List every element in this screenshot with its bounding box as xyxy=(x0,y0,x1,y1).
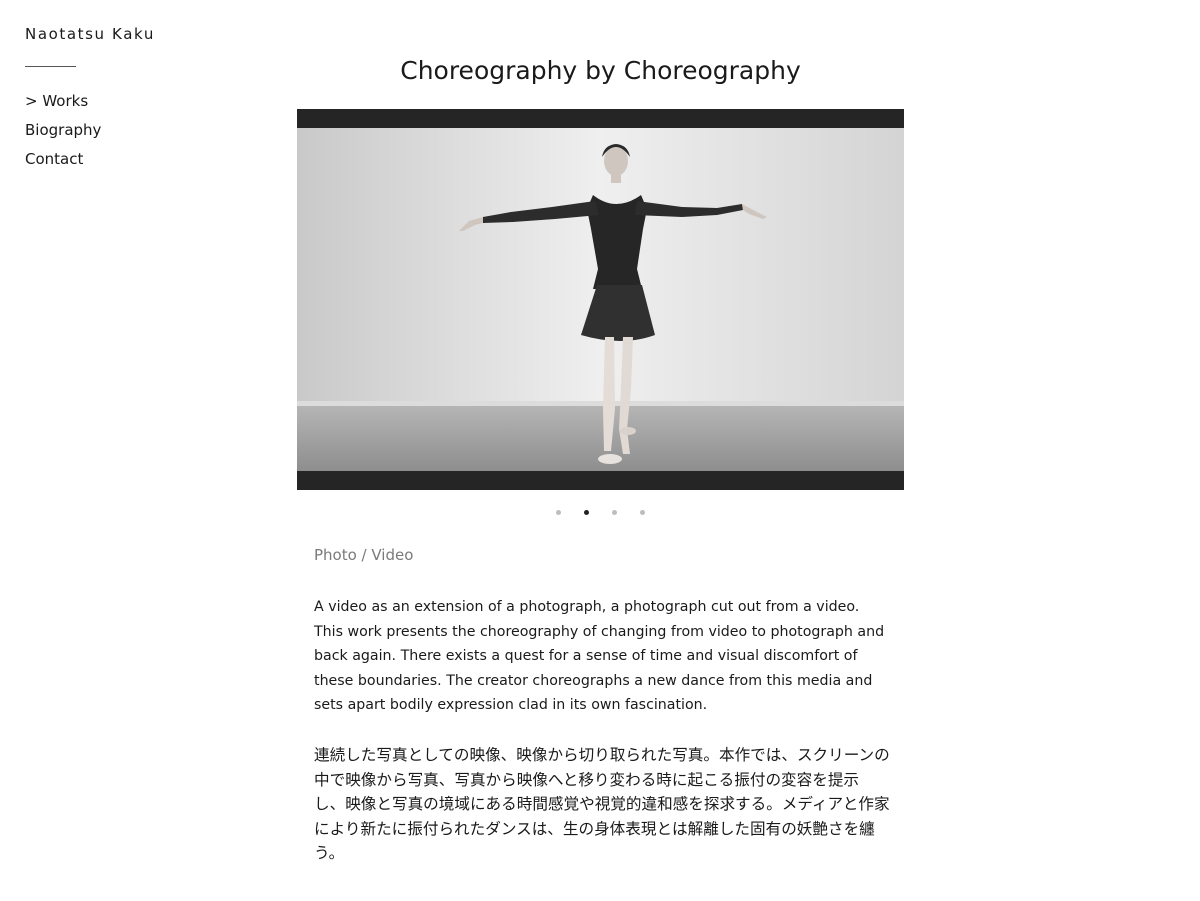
video-player[interactable] xyxy=(297,109,904,490)
page-title: Choreography by Choreography xyxy=(400,56,801,85)
slide-dot-4[interactable] xyxy=(640,510,645,515)
sidebar-divider xyxy=(25,66,76,67)
slide-dot-3[interactable] xyxy=(612,510,617,515)
slide-dot-1[interactable] xyxy=(556,510,561,515)
sidebar-nav: > Works Biography Contact xyxy=(25,87,101,174)
slide-dot-2-active[interactable] xyxy=(584,510,589,515)
nav-item-contact[interactable]: Contact xyxy=(25,145,101,174)
nav-item-works[interactable]: > Works xyxy=(25,87,101,116)
work-category: Photo / Video xyxy=(314,546,414,564)
slideshow-pagination xyxy=(297,510,904,515)
dancer-video-frame xyxy=(297,109,904,490)
description-english: A video as an extension of a photograph,… xyxy=(314,599,885,714)
site-name[interactable]: Naotatsu Kaku xyxy=(25,25,155,43)
nav-item-biography[interactable]: Biography xyxy=(25,116,101,145)
description-japanese: 連続した写真としての映像、映像から切り取られた写真。本作では、スクリーンの中で映… xyxy=(314,746,890,863)
